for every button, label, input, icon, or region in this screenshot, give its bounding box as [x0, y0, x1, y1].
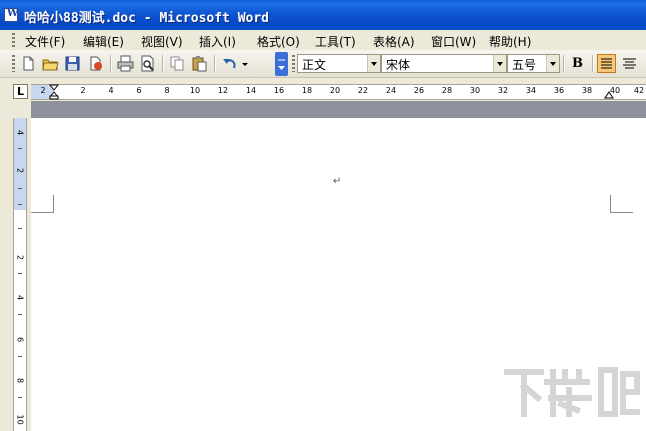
ruler-number: 10	[15, 414, 25, 425]
menu-edit[interactable]: 编辑(E)	[83, 33, 124, 50]
ruler-number: 18	[301, 86, 313, 95]
ruler-number: 4	[15, 129, 25, 136]
menu-format[interactable]: 格式(O)	[257, 33, 300, 50]
ruler-number: 20	[329, 86, 341, 95]
toolbar-separator	[592, 55, 594, 72]
toolbar-options-chevron-icon[interactable]	[275, 52, 288, 76]
ruler-number: 4	[15, 294, 25, 301]
ruler-number: 34	[525, 86, 537, 95]
undo-icon[interactable]	[220, 54, 239, 73]
menu-bar: 文件(F) 编辑(E) 视图(V) 插入(I) 格式(O) 工具(T) 表格(A…	[0, 30, 646, 51]
ruler-number: 12	[217, 86, 229, 95]
new-document-icon[interactable]	[19, 54, 38, 73]
style-value: 正文	[302, 58, 327, 72]
download-site-watermark-logo	[504, 367, 640, 417]
first-line-indent-marker[interactable]	[49, 84, 59, 100]
ruler-number: 6	[136, 86, 142, 95]
ruler-number: 14	[245, 86, 257, 95]
save-icon[interactable]	[63, 54, 82, 73]
font-select[interactable]: 宋体	[381, 54, 507, 73]
ruler-tick	[18, 397, 22, 398]
ruler-number: 10	[189, 86, 201, 95]
menu-tools[interactable]: 工具(T)	[315, 33, 356, 50]
chevron-down-icon[interactable]	[546, 55, 559, 72]
print-preview-icon[interactable]	[138, 54, 157, 73]
ruler-number: 16	[273, 86, 285, 95]
toolbar-grip-handle[interactable]	[12, 55, 15, 72]
ruler-number: 8	[15, 377, 25, 384]
ruler-number: 32	[497, 86, 509, 95]
toolbar-separator	[162, 55, 164, 72]
bold-button[interactable]: B	[568, 54, 587, 73]
font-size-select[interactable]: 五号	[507, 54, 560, 73]
vertical-ruler[interactable]: 4 2 2 4 6 8 10	[13, 118, 27, 431]
justify-align-icon[interactable]	[597, 54, 616, 73]
print-icon[interactable]	[116, 54, 135, 73]
ruler-number: 26	[413, 86, 425, 95]
copy-icon[interactable]	[168, 54, 187, 73]
menu-grip-handle[interactable]	[12, 33, 15, 47]
font-value: 宋体	[386, 58, 411, 72]
font-size-value: 五号	[512, 58, 537, 72]
menu-insert[interactable]: 插入(I)	[199, 33, 236, 50]
chevron-down-icon[interactable]	[367, 55, 380, 72]
center-align-icon[interactable]	[620, 54, 639, 73]
ruler-number: 6	[15, 336, 25, 343]
menu-file[interactable]: 文件(F)	[25, 33, 65, 50]
formatting-toolbar: 正文 宋体 五号 B	[0, 50, 646, 78]
ruler-number: 2	[40, 86, 46, 95]
menu-table[interactable]: 表格(A)	[373, 33, 415, 50]
ruler-tick	[18, 356, 22, 357]
title-bar: W 哈哈小88测试.doc - Microsoft Word	[0, 0, 646, 30]
ruler-number: 22	[357, 86, 369, 95]
ruler-tick	[18, 188, 22, 189]
menu-view[interactable]: 视图(V)	[141, 33, 183, 50]
ruler-number: 4	[108, 86, 114, 95]
paste-icon[interactable]	[190, 54, 209, 73]
ruler-number: 38	[581, 86, 593, 95]
ruler-tick	[18, 148, 22, 149]
ruler-number: 2	[15, 254, 25, 261]
ruler-tick	[18, 273, 22, 274]
menu-window[interactable]: 窗口(W)	[431, 33, 476, 50]
ruler-number: 28	[441, 86, 453, 95]
permission-icon[interactable]	[86, 54, 105, 73]
style-select[interactable]: 正文	[297, 54, 381, 73]
tab-stop-selector[interactable]: L	[13, 84, 28, 99]
ruler-tick	[18, 228, 22, 229]
chevron-down-icon[interactable]	[493, 55, 506, 72]
toolbar-separator	[110, 55, 112, 72]
ruler-tick	[18, 314, 22, 315]
paragraph-mark[interactable]: ↵	[333, 176, 341, 187]
toolbar-separator	[563, 55, 565, 72]
ruler-number: 24	[385, 86, 397, 95]
ruler-number: 30	[469, 86, 481, 95]
page-top-gutter	[31, 101, 646, 118]
ruler-number: 2	[80, 86, 86, 95]
ruler-number: 42	[633, 86, 645, 95]
top-right-crop-mark	[610, 195, 633, 213]
ruler-number: 8	[164, 86, 170, 95]
open-folder-icon[interactable]	[41, 54, 60, 73]
window-title: 哈哈小88测试.doc - Microsoft Word	[24, 11, 270, 26]
word-app-icon[interactable]: W	[4, 8, 18, 22]
right-indent-marker[interactable]	[604, 89, 614, 99]
ruler-number: 36	[553, 86, 565, 95]
toolbar2-grip-handle[interactable]	[292, 55, 295, 72]
toolbar-separator	[214, 55, 216, 72]
undo-dropdown-chevron-icon[interactable]	[240, 54, 250, 73]
ruler-tick	[18, 204, 22, 205]
menu-help[interactable]: 帮助(H)	[489, 33, 531, 50]
ruler-number: 2	[15, 167, 25, 174]
horizontal-ruler[interactable]: 2 2 4 6 8 10 12 14 16 18 20 22 24 26 28 …	[31, 84, 646, 100]
top-left-crop-mark	[31, 195, 54, 213]
